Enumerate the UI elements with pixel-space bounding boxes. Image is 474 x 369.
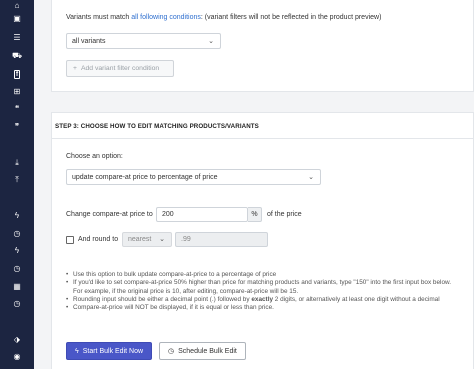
cart-icon[interactable]: ⛟ (0, 50, 34, 62)
divider (52, 138, 474, 139)
change-compare-label: Change compare-at price to (66, 211, 153, 218)
bolt-icon[interactable]: ϟ (0, 245, 34, 257)
variant-match-text: Variants must match all following condit… (66, 14, 381, 21)
choose-option-label: Choose an option: (66, 153, 123, 160)
bolt-icon[interactable]: ϟ (0, 210, 34, 222)
of-price-label: of the price (267, 211, 302, 218)
round-mode-select[interactable]: nearest ⌄ (122, 232, 172, 247)
start-bulk-edit-button[interactable]: ϟ Start Bulk Edit Now (66, 342, 153, 360)
clock-icon: ◷ (168, 348, 175, 355)
edit-option-select[interactable]: update compare-at price to percentage of… (66, 169, 321, 185)
schedule-bulk-edit-label: Schedule Bulk Edit (178, 347, 237, 355)
windows-icon[interactable]: ⊞ (0, 86, 34, 98)
clock-icon[interactable]: ◷ (0, 263, 34, 275)
round-checkbox[interactable] (66, 236, 74, 244)
percent-input[interactable]: 200 (156, 207, 248, 222)
step3-title: STEP 3: CHOOSE HOW TO EDIT MATCHING PROD… (55, 123, 259, 130)
variant-match-suffix: : (variant filters will not be reflected… (200, 14, 382, 21)
schedule-bulk-edit-button[interactable]: ◷ Schedule Bulk Edit (159, 342, 246, 360)
match-condition-link[interactable]: all following conditions (131, 14, 201, 21)
quote-close-icon[interactable]: ❞ (0, 121, 34, 133)
chevron-down-icon: ⌄ (159, 236, 165, 243)
download-icon[interactable]: ⤓ (0, 157, 34, 169)
briefcase-icon[interactable]: ▣ (0, 13, 34, 25)
help-item: For example, if the original price is 10… (73, 287, 299, 295)
clock-icon[interactable]: ◷ (0, 298, 34, 310)
round-value-input[interactable]: .99 (175, 232, 268, 247)
sidebar: ⌂ ▣ ☰ ⛟ f ⊞ ❝ ❞ ⤓ ⤒ ϟ ◷ ϟ ◷ ▦ ◷ ⬗ ◉ (0, 0, 34, 369)
help-item: • Rounding input should be either a decim… (66, 295, 440, 303)
bolt-icon: ϟ (75, 347, 79, 355)
round-mode-value: nearest (128, 236, 152, 243)
help-item: • Use this option to bulk update compare-… (66, 271, 277, 278)
circle-icon[interactable]: ◉ (0, 351, 34, 363)
variant-match-prefix: Variants must match (66, 14, 132, 21)
round-value: .99 (181, 236, 191, 243)
home-icon[interactable]: ⌂ (0, 0, 34, 12)
variant-match-value: all variants (72, 37, 106, 45)
chevron-down-icon: ⌄ (308, 174, 314, 181)
facebook-icon[interactable]: f (0, 68, 34, 80)
plus-icon: + (73, 65, 77, 72)
upload-icon[interactable]: ⤒ (0, 174, 34, 186)
tags-icon[interactable]: ⬗ (0, 334, 34, 346)
main-content: Variants must match all following condit… (34, 0, 474, 369)
variant-match-select[interactable]: all variants ⌄ (66, 33, 221, 49)
edit-option-value: update compare-at price to percentage of… (72, 173, 218, 181)
list-icon[interactable]: ☰ (0, 32, 34, 44)
round-label: And round to (78, 236, 119, 243)
table-icon[interactable]: ▦ (0, 281, 34, 293)
chevron-down-icon: ⌄ (208, 38, 214, 45)
help-item: • Compare-at-price will NOT be displayed,… (66, 304, 274, 312)
quote-icon[interactable]: ❝ (0, 103, 34, 115)
help-list: • Use this option to bulk update compare-… (66, 271, 451, 312)
help-item: • If you'd like to set compare-at-price 5… (66, 279, 452, 287)
clock-icon[interactable]: ◷ (0, 228, 34, 240)
start-bulk-edit-label: Start Bulk Edit Now (82, 347, 144, 355)
add-variant-filter-button[interactable]: + Add variant filter condition (66, 60, 174, 77)
variant-filter-card: Variants must match all following condit… (51, 0, 474, 92)
add-variant-filter-label: Add variant filter condition (80, 65, 160, 72)
step3-card: STEP 3: CHOOSE HOW TO EDIT MATCHING PROD… (51, 112, 474, 369)
percent-addon: % (248, 207, 262, 222)
percent-input-value: 200 (162, 211, 174, 218)
